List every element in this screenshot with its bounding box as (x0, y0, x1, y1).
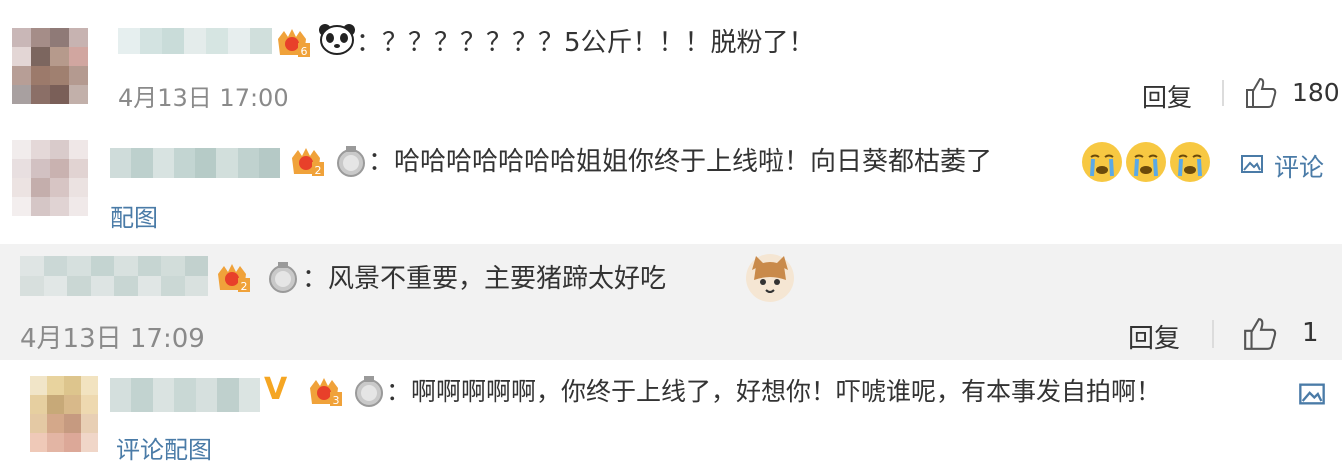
comment-item: 2 ：哈哈哈哈哈哈哈姐姐你终于上线啦！向日葵都枯萎了 评论 配图 (0, 118, 1342, 244)
like-count: 1 (1302, 318, 1319, 348)
like-button[interactable]: 180 (1244, 74, 1340, 112)
silver-medal-icon (336, 144, 366, 178)
silver-medal-icon (268, 260, 298, 294)
comment-timestamp: 4月13日 17:00 (118, 84, 289, 112)
image-link[interactable]: 配图 (110, 198, 158, 233)
svg-text:3: 3 (333, 394, 340, 407)
crying-emoji-icon (1126, 142, 1166, 182)
panda-icon (318, 22, 356, 56)
silver-medal-icon (354, 374, 384, 408)
comment-text: ：？？？？？？？5公斤！！！脱粉了！ (356, 28, 815, 58)
thumbs-up-icon (1244, 76, 1278, 110)
comment-with-image-button[interactable]: 评论 (1240, 148, 1340, 182)
image-icon[interactable] (1298, 380, 1326, 408)
username-blurred[interactable] (110, 378, 260, 412)
fan-badge-icon[interactable]: 3 (306, 374, 342, 408)
thumbs-up-icon (1242, 316, 1278, 352)
avatar[interactable] (12, 140, 88, 216)
crying-emoji-icon (1082, 142, 1122, 182)
svg-text:2: 2 (241, 280, 248, 293)
comment-text: ：哈哈哈哈哈哈哈姐姐你终于上线啦！向日葵都枯萎了 (368, 147, 993, 177)
fan-badge-icon[interactable]: 6 (274, 25, 310, 59)
fan-badge-icon[interactable]: 2 (288, 144, 324, 178)
fan-badge-icon[interactable]: 2 (214, 260, 250, 294)
username-blurred[interactable] (20, 256, 208, 296)
username-blurred[interactable] (118, 28, 272, 54)
avatar[interactable] (30, 376, 98, 452)
image-icon (1240, 152, 1264, 176)
comment-item: 6 ：？？？？？？？5公斤！！！脱粉了！ 4月13日 17:00 回复 180 (0, 0, 1342, 118)
reply-text: ：风景不重要，主要猪蹄太好吃 (302, 264, 667, 294)
avatar[interactable] (12, 28, 88, 104)
svg-text:6: 6 (301, 45, 308, 58)
like-button[interactable]: 1 (1242, 314, 1340, 354)
cat-face-icon (746, 254, 794, 302)
divider (1212, 320, 1214, 348)
vip-verified-icon: V (264, 372, 288, 407)
reply-button[interactable]: 回复 (1128, 318, 1180, 355)
comment-item: V 3 ：啊啊啊啊啊，你终于上线了，好想你！吓唬谁呢，有本事发自拍啊！ 评论配图 (0, 360, 1342, 471)
crying-emoji-icon (1170, 142, 1210, 182)
username-blurred[interactable] (110, 148, 280, 178)
divider (1222, 80, 1224, 106)
reply-item: 2 ：风景不重要，主要猪蹄太好吃 4月13日 17:09 回复 1 (0, 244, 1342, 360)
like-count: 180 (1292, 78, 1340, 107)
comment-text: ：啊啊啊啊啊，你终于上线了，好想你！吓唬谁呢，有本事发自拍啊！ (386, 377, 1162, 406)
comment-label: 评论 (1274, 153, 1325, 182)
svg-text:2: 2 (315, 164, 322, 177)
image-link[interactable]: 评论配图 (116, 430, 212, 465)
reply-timestamp: 4月13日 17:09 (20, 324, 205, 354)
reply-button[interactable]: 回复 (1142, 78, 1192, 114)
